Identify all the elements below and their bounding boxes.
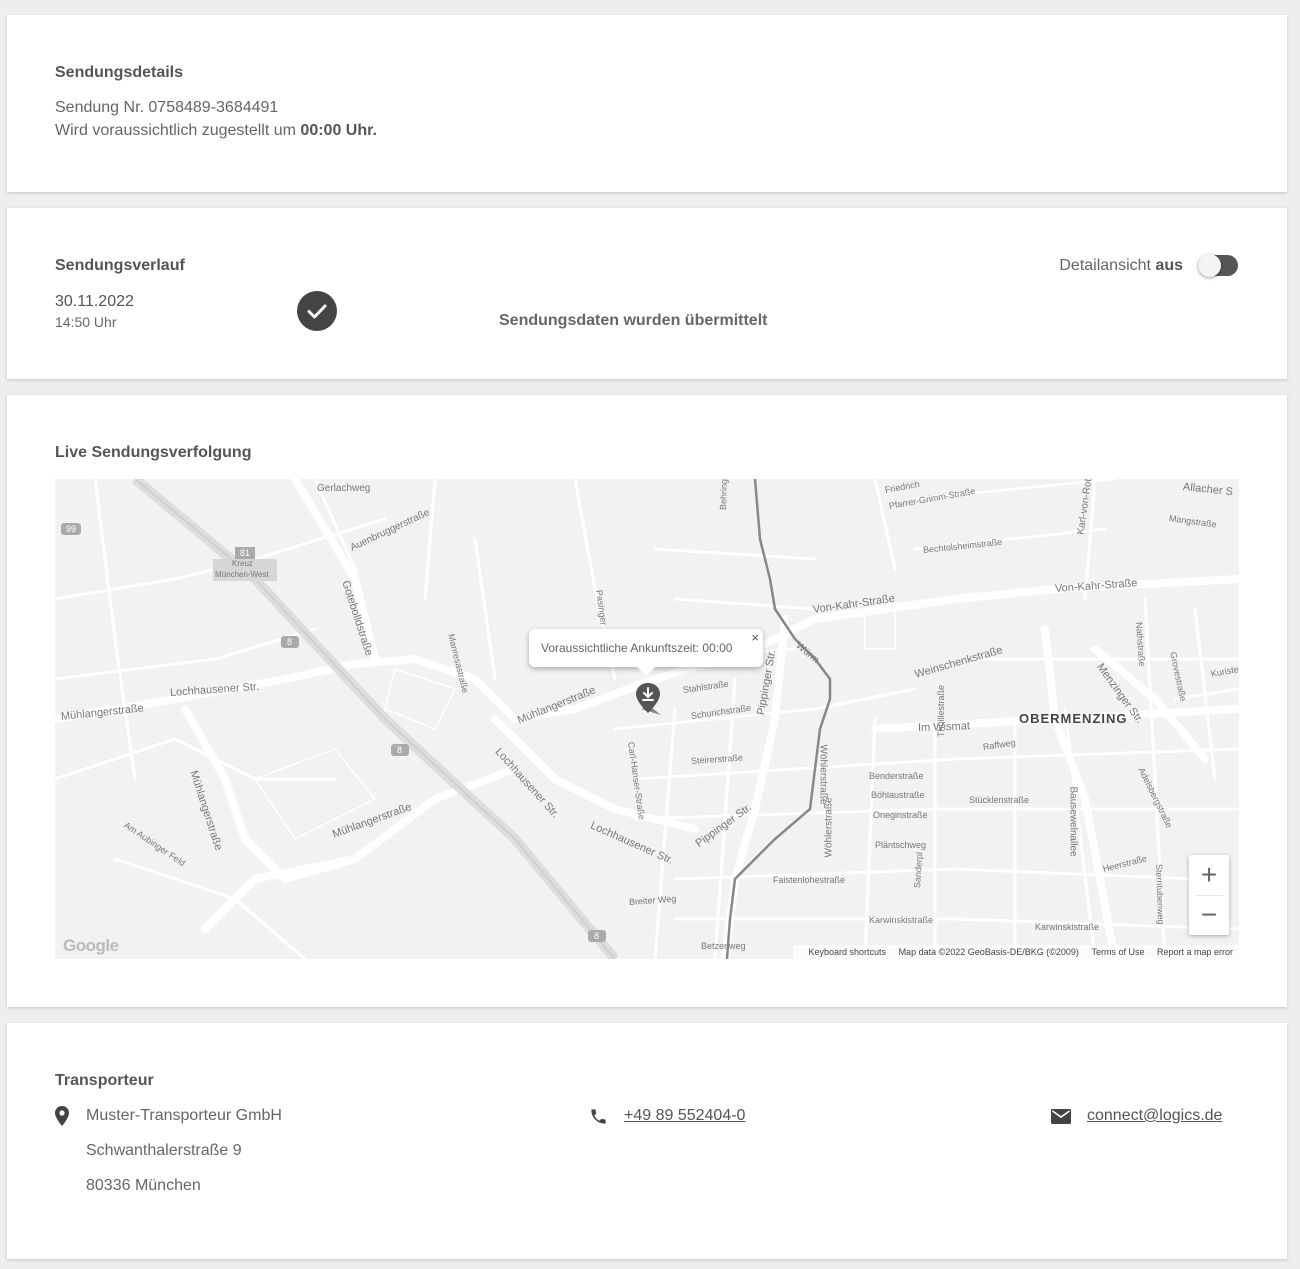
road-badge-label: 8 [594, 931, 600, 941]
shipment-number: 0758489-3684491 [148, 99, 279, 116]
check-icon [307, 304, 327, 319]
location-pin-icon [55, 1106, 69, 1126]
map-attribution: Keyboard shortcuts Map data ©2022 GeoBas… [792, 945, 1239, 959]
shipment-number-label: Sendung Nr. [55, 99, 144, 116]
street-label: Benderstraße [869, 771, 924, 781]
detail-view-text: Detailansicht [1059, 257, 1151, 274]
road-badge-label: 99 [66, 524, 77, 534]
carrier-city: 80336 München [86, 1177, 201, 1194]
street-label: Faistenlohestraße [773, 875, 846, 885]
district-label: OBERMENZING [1019, 711, 1128, 726]
google-logo[interactable]: Google [63, 936, 119, 956]
shipment-number-line: Sendung Nr. 0758489-3684491 [55, 99, 278, 117]
street-label: Thuillestraße [936, 684, 946, 737]
email-wrapper: connect@logics.de [1087, 1107, 1222, 1125]
carrier-card: Transporteur Muster-Transporteur GmbH Sc… [7, 1023, 1287, 1259]
arrival-popup: Voraussichtliche Ankunftszeit: 00:00 × [529, 629, 763, 676]
eta-time: 00:00 Uhr. [300, 122, 377, 139]
tracking-map[interactable]: 99 8 8 8 81 Kreuz München-West Gerlachwe… [55, 479, 1239, 959]
shipment-history-title: Sendungsverlauf [55, 257, 185, 274]
street-label: Karwinskistraße [869, 915, 934, 925]
detail-view-label: Detailansicht aus [1059, 257, 1183, 275]
street-label: Pläntschweg [875, 840, 927, 850]
email-link[interactable]: connect@logics.de [1087, 1107, 1222, 1124]
carrier-title: Transporteur [55, 1072, 154, 1089]
shipment-details-card: Sendungsdetails Sendung Nr. 0758489-3684… [7, 15, 1287, 192]
live-tracking-title: Live Sendungsverfolgung [55, 444, 252, 461]
street-label: Betzenweg [701, 941, 746, 951]
zoom-in-button[interactable]: + [1189, 855, 1229, 895]
zoom-controls: + − [1189, 855, 1229, 935]
detail-view-toggle[interactable] [1198, 254, 1238, 277]
history-date: 30.11.2022 [55, 293, 134, 310]
street-label: Böhlaustraße [871, 790, 925, 800]
eta-prefix: Wird voraussichtlich zugestellt um [55, 122, 296, 139]
junction-label-line2: München-West [215, 570, 269, 579]
road-badge-label: 81 [240, 548, 251, 558]
street-label: Wöhlerstraße [823, 797, 835, 858]
delivery-marker-icon[interactable] [633, 681, 663, 717]
carrier-street: Schwanthalerstraße 9 [86, 1142, 242, 1159]
phone-icon [591, 1109, 606, 1124]
eta-line: Wird voraussichtlich zugestellt um 00:00… [55, 122, 377, 140]
arrival-popup-text: Voraussichtliche Ankunftszeit: 00:00 [541, 641, 733, 655]
history-status: Sendungsdaten wurden übermittelt [499, 312, 768, 329]
history-time: 14:50 Uhr [55, 314, 117, 330]
popup-close-icon[interactable]: × [751, 630, 759, 645]
street-label: Sterntubenweg [1154, 863, 1167, 925]
phone-wrapper: +49 89 552404-0 [624, 1107, 745, 1125]
shipment-history-card: Sendungsverlauf Detailansicht aus 30.11.… [7, 208, 1287, 379]
live-tracking-card: Live Sendungsverfolgung 99 8 8 8 81 Kreu… [7, 395, 1287, 1007]
map-data-text: Map data ©2022 GeoBasis-DE/BKG (©2009) [898, 947, 1079, 957]
envelope-icon [1051, 1109, 1071, 1124]
status-check-badge [297, 291, 337, 331]
terms-of-use-link[interactable]: Terms of Use [1091, 947, 1144, 957]
road-badge-label: 8 [287, 637, 293, 647]
shipment-details-title: Sendungsdetails [55, 64, 184, 81]
phone-link[interactable]: +49 89 552404-0 [624, 1107, 745, 1124]
street-label: Karwinskistraße [1035, 922, 1100, 932]
road-badge-label: 8 [397, 745, 403, 755]
street-label: Oneginstraße [873, 810, 928, 820]
report-map-error-link[interactable]: Report a map error [1157, 947, 1233, 957]
street-label: Behringstr [718, 479, 730, 511]
street-label: Stücklenstraße [969, 795, 1030, 805]
junction-label-line1: Kreuz [232, 559, 253, 568]
toggle-knob [1198, 254, 1221, 277]
carrier-name: Muster-Transporteur GmbH [86, 1107, 282, 1124]
zoom-out-button[interactable]: − [1189, 895, 1229, 935]
street-label: Gerlachweg [317, 483, 371, 494]
keyboard-shortcuts-link[interactable]: Keyboard shortcuts [809, 947, 887, 957]
street-label: Wöhlerstraße [817, 744, 829, 805]
detail-view-state: aus [1155, 257, 1183, 274]
street-label: Bausewelnallee [1067, 786, 1079, 857]
